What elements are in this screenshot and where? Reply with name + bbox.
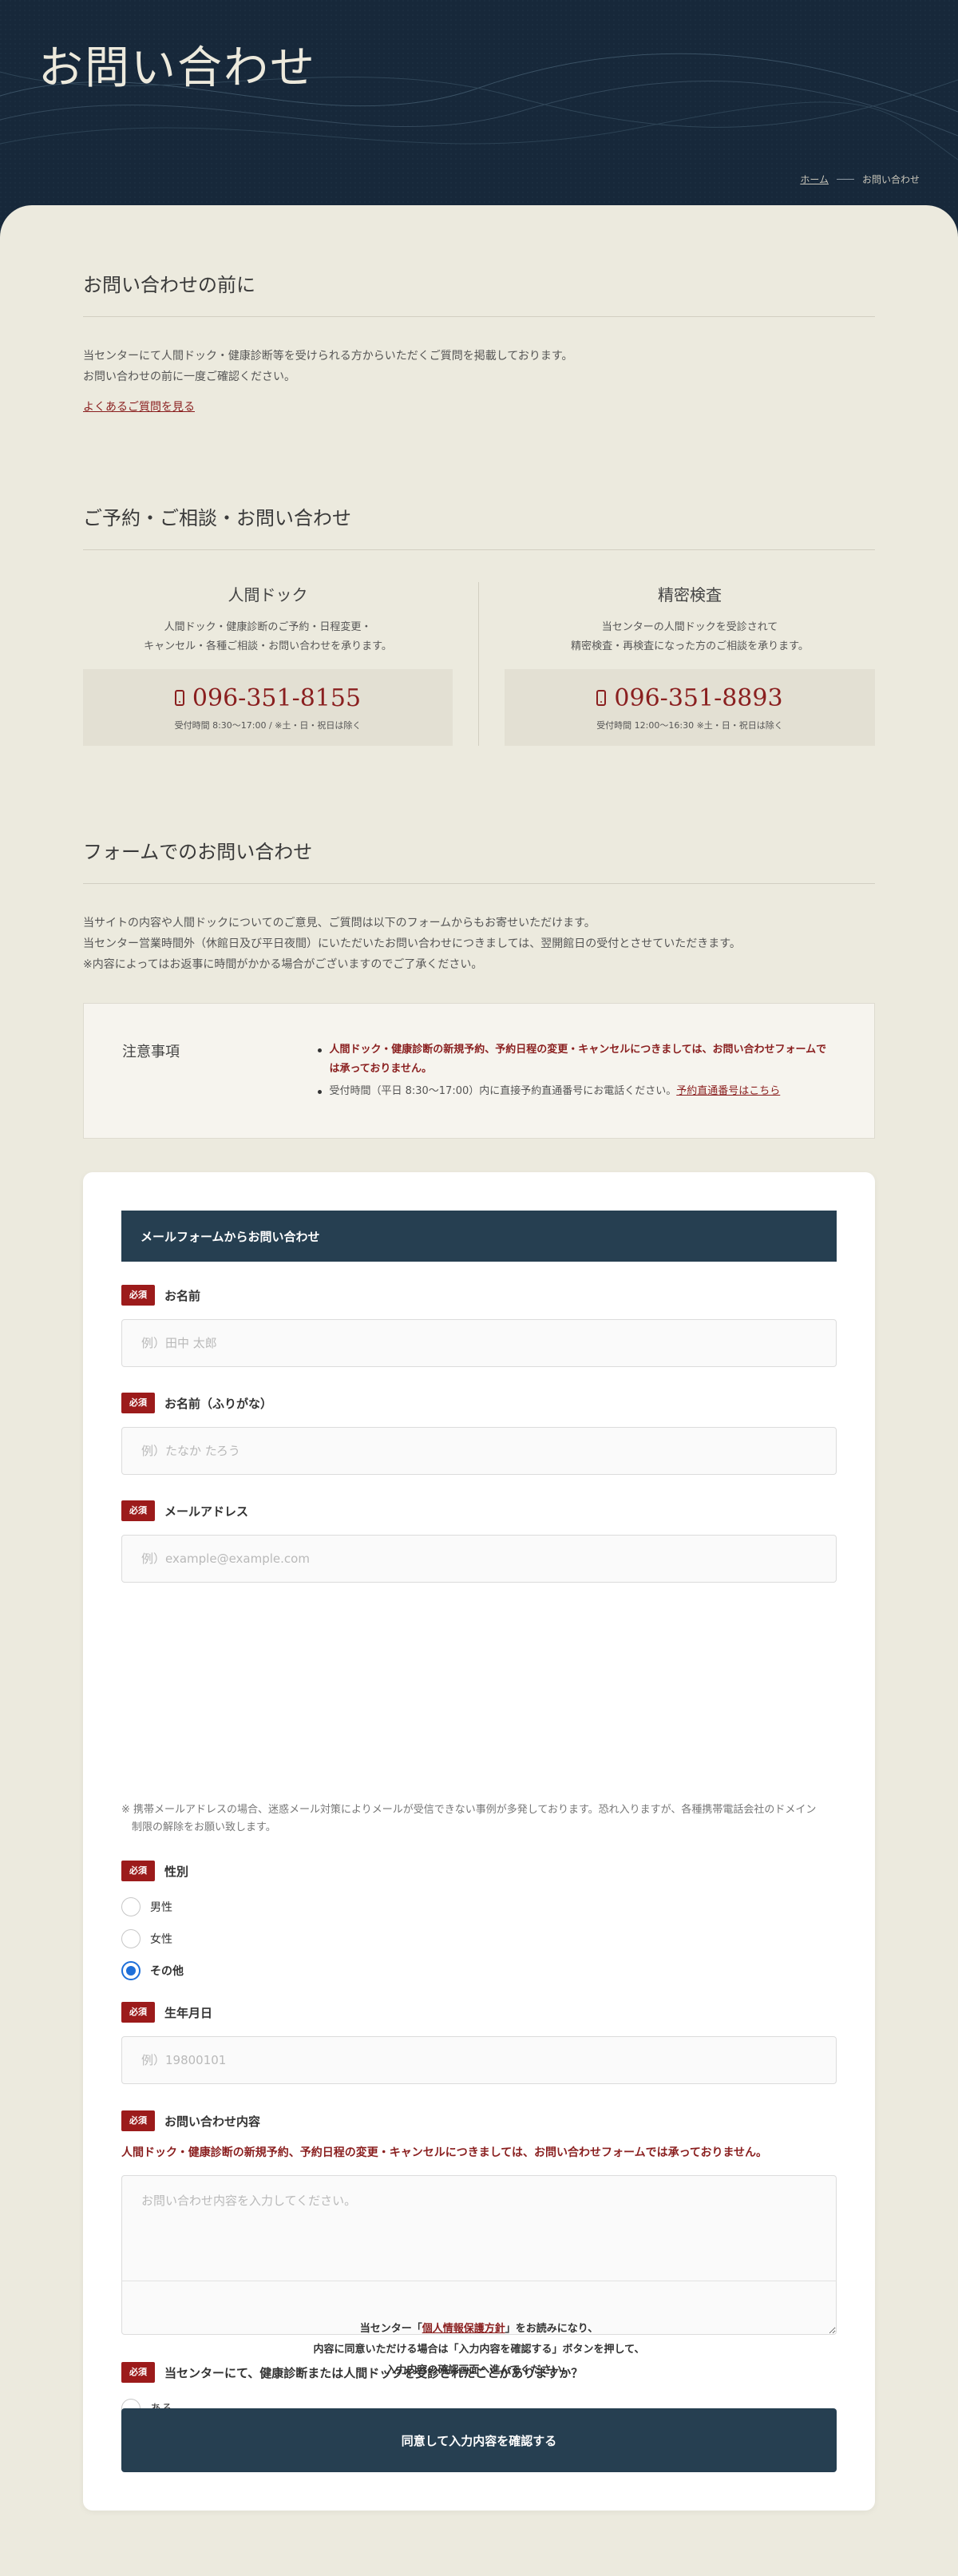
contact-card-heading: 精密検査 (658, 585, 722, 604)
required-badge: 必須 (121, 2110, 155, 2131)
page-title: お問い合わせ (38, 42, 316, 94)
contact-card-desc: 当センターの人間ドックを受診されて 精密検査・再検査になった方のご相談を承ります。 (571, 621, 809, 652)
notice-box: 注意事項 人間ドック・健康診断の新規予約、予約日程の変更・キャンセルにつきまして… (83, 1003, 875, 1139)
confirm-submit-button[interactable]: 同意して入力内容を確認する (121, 2408, 837, 2472)
agreement-text: 当センター「個人情報保護方針」をお読みになり、 内容に同意いただける場合は「入力… (313, 2323, 645, 2376)
tel-number[interactable]: 096-351-8155 (192, 684, 361, 712)
gender-label: 性別 (164, 1864, 189, 1879)
kana-input[interactable] (121, 1427, 837, 1475)
gender-radio-group: 男性 女性 その他 (121, 1891, 837, 1987)
form-intro-3: ※内容によってはお返事に時間がかかる場合がございますのでご了承ください。 (83, 958, 483, 971)
breadcrumb: ホーム お問い合わせ (800, 172, 920, 186)
breadcrumb-separator (836, 179, 854, 180)
email-label: メールアドレス (164, 1504, 249, 1519)
mobile-phone-icon (174, 690, 184, 706)
section-title-form: フォームでのお問い合わせ (83, 836, 875, 884)
name-input[interactable] (121, 1319, 837, 1367)
mobile-phone-icon (596, 690, 607, 706)
form-header: メールフォームからお問い合わせ (121, 1211, 837, 1262)
form-intro-1: 当サイトの内容や人間ドックについてのご意見、ご質問は以下のフォームからもお寄せい… (83, 917, 596, 929)
form-intro-2: 当センター営業時間外（休館日及び平日夜間）にいただいたお問い合わせにつきましては… (83, 937, 741, 950)
contact-card-dock: 人間ドック 人間ドック・健康診断のご予約・日程変更・ キャンセル・各種ご相談・お問… (83, 582, 479, 746)
email-input[interactable] (121, 1535, 837, 1583)
name-label: お名前 (164, 1288, 201, 1303)
notice-list: 人間ドック・健康診断の新規予約、予約日程の変更・キャンセルにつきましては、お問い… (318, 1040, 836, 1101)
birth-label: 生年月日 (164, 2005, 213, 2020)
contact-card-desc: 人間ドック・健康診断のご予約・日程変更・ キャンセル・各種ご相談・お問い合わせを承… (144, 621, 392, 652)
before-text-1: 当センターにて人間ドック・健康診断等を受けられる方からいただくご質問を掲載してお… (83, 350, 573, 363)
contact-section: ご予約・ご相談・お問い合わせ 人間ドック 人間ドック・健康診断のご予約・日程変更… (83, 502, 875, 746)
required-badge: 必須 (121, 1393, 155, 1413)
contact-card-heading: 人間ドック (228, 585, 308, 604)
required-badge: 必須 (121, 1500, 155, 1521)
gender-option-male[interactable]: 男性 (121, 1891, 837, 1923)
inquiry-warning: 人間ドック・健康診断の新規予約、予約日程の変更・キャンセルにつきましては、お問い… (121, 2146, 768, 2159)
notice-heading: 注意事項 (122, 1044, 180, 1060)
kana-label: お名前（ふりがな） (164, 1396, 273, 1411)
form-intro-section: フォームでのお問い合わせ 当サイトの内容や人間ドックについてのご意見、ご質問は以… (83, 836, 875, 975)
tel-hours: 受付時間 12:00〜16:30 ※土・日・祝日は除く (596, 719, 783, 731)
gender-option-female[interactable]: 女性 (121, 1923, 837, 1955)
tel-box[interactable]: 096-351-8893 受付時間 12:00〜16:30 ※土・日・祝日は除く (505, 669, 875, 746)
email-note: ※ 携帯メールアドレスの場合、迷惑メール対策によりメールが受信できない事例が多発… (121, 1804, 817, 1833)
birthdate-input[interactable] (121, 2036, 837, 2084)
before-inquiry-section: お問い合わせの前に 当センターにて人間ドック・健康診断等を受けられる方からいただ… (83, 269, 875, 414)
page-hero: お問い合わせ ホーム お問い合わせ (0, 0, 958, 232)
tel-hours: 受付時間 8:30〜17:00 / ※土・日・祝日は除く (174, 719, 362, 731)
inquiry-label: お問い合わせ内容 (164, 2114, 261, 2129)
breadcrumb-home-link[interactable]: ホーム (800, 172, 829, 186)
tel-number[interactable]: 096-351-8893 (614, 684, 782, 712)
contact-card-detailed: 精密検査 当センターの人間ドックを受診されて 精密検査・再検査になった方のご相談を… (479, 582, 875, 746)
required-badge: 必須 (121, 1285, 155, 1306)
faq-link[interactable]: よくあるご質問を見る (83, 401, 195, 414)
notice-item: 人間ドック・健康診断の新規予約、予約日程の変更・キャンセルにつきましては、お問い… (318, 1040, 836, 1079)
notice-item: 受付時間（平日 8:30〜17:00）内に直接予約直通番号にお電話ください。予約… (318, 1082, 836, 1101)
section-title-contact: ご予約・ご相談・お問い合わせ (83, 502, 875, 550)
breadcrumb-current: お問い合わせ (861, 174, 920, 185)
inquiry-textarea[interactable] (121, 2175, 837, 2335)
required-badge: 必須 (121, 2002, 155, 2023)
required-badge: 必須 (121, 1861, 155, 1881)
before-text-2: お問い合わせの前に一度ご確認ください。 (83, 371, 295, 383)
gender-option-other[interactable]: その他 (121, 1955, 837, 1987)
main-content: お問い合わせの前に 当センターにて人間ドック・健康診断等を受けられる方からいただ… (0, 205, 958, 2576)
privacy-policy-link[interactable]: 個人情報保護方針 (422, 2323, 505, 2335)
tel-box[interactable]: 096-351-8155 受付時間 8:30〜17:00 / ※土・日・祝日は除… (83, 669, 453, 746)
reservation-number-link[interactable]: 予約直通番号はこちら (676, 1085, 780, 1097)
contact-form: メールフォームからお問い合わせ 必須お名前 必須お名前（ふりがな） 必須メールア… (83, 1172, 875, 2511)
section-title-before: お問い合わせの前に (83, 269, 875, 317)
